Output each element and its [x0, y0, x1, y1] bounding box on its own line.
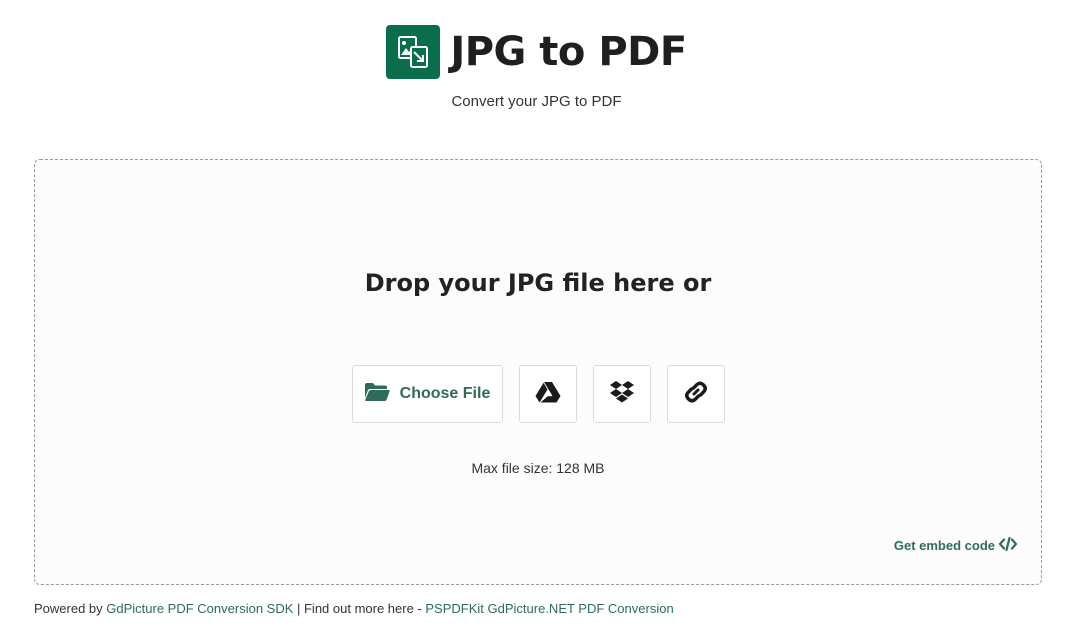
google-drive-icon — [535, 381, 561, 408]
dropbox-icon — [609, 380, 635, 409]
code-icon — [995, 536, 1018, 554]
embed-label: Get embed code — [893, 538, 995, 553]
footer-middle: | Find out more here - — [293, 601, 426, 616]
page-title: JPG to PDF — [450, 29, 687, 75]
footer-prefix: Powered by — [34, 601, 107, 616]
upload-button-row: Choose File — [35, 365, 1041, 423]
page-footer: Powered by GdPicture PDF Conversion SDK … — [34, 601, 674, 616]
dropbox-button[interactable] — [592, 365, 651, 423]
file-dropzone[interactable]: Drop your JPG file here or Choose File M… — [34, 159, 1042, 585]
choose-file-label: Choose File — [399, 385, 491, 402]
sdk-link[interactable]: GdPicture PDF Conversion SDK — [106, 601, 293, 616]
max-file-size: Max file size: 128 MB — [471, 460, 605, 476]
product-link[interactable]: PSPDFKit GdPicture.NET PDF Conversion — [425, 601, 673, 616]
page-subtitle: Convert your JPG to PDF — [451, 93, 622, 110]
link-icon — [683, 379, 709, 410]
folder-open-icon — [364, 382, 390, 407]
drop-heading: Drop your JPG file here or — [364, 269, 712, 297]
url-link-button[interactable] — [666, 365, 725, 423]
image-convert-icon — [386, 25, 441, 79]
page-header: JPG to PDF — [0, 24, 1073, 80]
choose-file-button[interactable]: Choose File — [351, 365, 503, 423]
google-drive-button[interactable] — [518, 365, 577, 423]
get-embed-code-link[interactable]: Get embed code — [893, 536, 1018, 554]
